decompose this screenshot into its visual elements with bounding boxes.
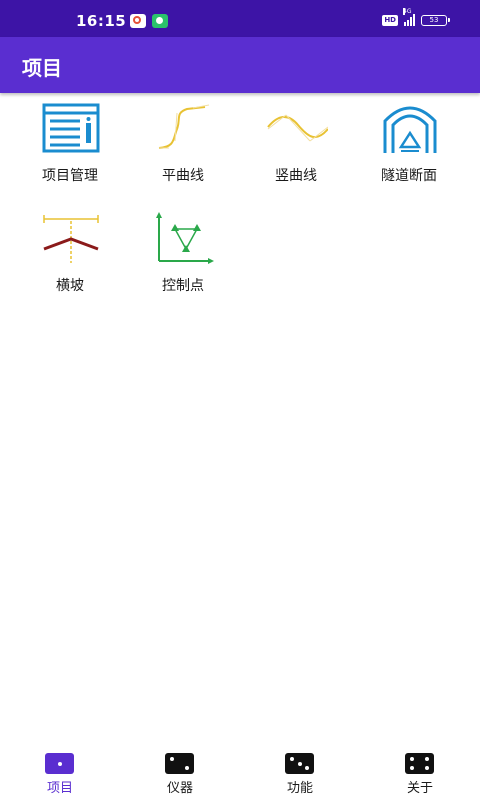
tile-cross-slope[interactable]: 横坡 [14,203,126,303]
tile-label: 横坡 [56,278,84,294]
tunnel-section-icon [383,106,437,153]
nav-item-function[interactable]: 功能 [240,742,360,800]
notification-app-icon [130,14,146,28]
nav-label: 关于 [406,781,433,796]
nav-item-instrument[interactable]: 仪器 [120,742,240,800]
signal-icon: 4G [403,8,415,26]
tile-control-point[interactable]: 控制点 [127,203,239,303]
page-title: 项目 [22,56,62,80]
hd-icon: HD [382,14,398,26]
nav-item-project[interactable]: 项目 [0,742,120,800]
dice-two-icon [165,753,194,774]
tile-label: 隧道断面 [381,168,437,184]
dice-three-icon [285,753,314,774]
tile-project-manage[interactable]: 项目管理 [14,93,126,193]
tile-label: 项目管理 [42,168,98,184]
tile-horizontal-curve[interactable]: 平曲线 [127,93,239,193]
nav-label: 仪器 [166,781,193,796]
vertical-curve-icon [267,114,328,142]
battery-icon: 53 [421,14,450,26]
horizontal-curve-icon [158,104,210,149]
cross-slope-icon [43,215,99,263]
project-manage-icon [42,103,100,153]
nav-item-about[interactable]: 关于 [360,742,480,800]
tile-label: 控制点 [162,278,204,294]
dice-four-icon [405,753,434,774]
status-time: 16:15 [76,12,127,30]
tile-vertical-curve[interactable]: 竖曲线 [240,93,352,193]
nav-label: 项目 [46,781,73,796]
nav-label: 功能 [286,781,313,796]
phone-notification-icon [152,14,168,28]
app-bar: 项目 [0,37,480,93]
tile-label: 竖曲线 [275,168,317,184]
notification-icons [130,14,168,28]
bottom-nav: 项目 仪器 功能 关于 [0,742,480,800]
status-indicators: HD 4G 53 [382,8,450,26]
signal-label: 4G [403,8,412,15]
dice-one-icon [45,753,74,774]
tile-tunnel-section[interactable]: 隧道断面 [353,93,465,193]
control-point-icon [156,212,214,264]
tile-label: 平曲线 [162,168,204,184]
status-bar: 16:15 HD 4G 53 [0,0,480,37]
